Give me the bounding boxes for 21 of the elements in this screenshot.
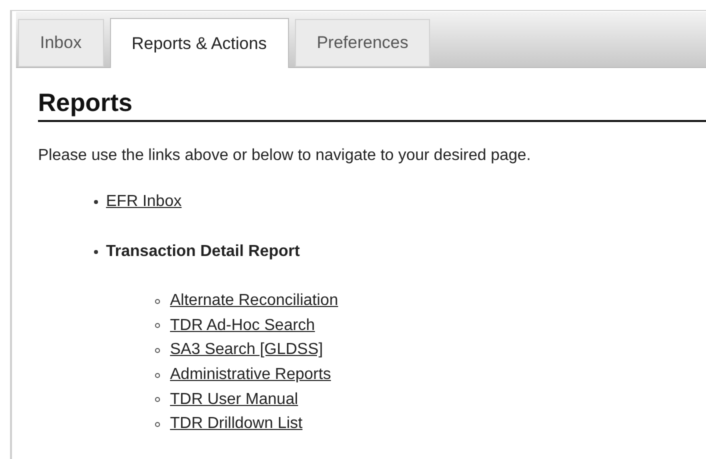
report-link[interactable]: Administrative Reports bbox=[170, 363, 331, 388]
page-heading: Reports bbox=[38, 88, 706, 122]
report-link[interactable]: TDR User Manual bbox=[170, 388, 298, 412]
bullet-icon bbox=[94, 200, 98, 204]
bullet-icon bbox=[155, 397, 160, 402]
tab[interactable]: Preferences bbox=[294, 19, 430, 67]
report-link[interactable]: TDR Drilldown List bbox=[170, 412, 302, 436]
intro-text: Please use the links above or below to navigate to your desired page. bbox=[38, 146, 532, 166]
efr-inbox-link[interactable]: EFR Inbox bbox=[106, 190, 182, 214]
report-link[interactable]: SA3 Search [GLDSS] bbox=[170, 338, 323, 362]
bullet-icon bbox=[155, 298, 160, 304]
tab[interactable]: Inbox bbox=[18, 19, 104, 67]
bullet-icon bbox=[155, 348, 160, 353]
report-link[interactable]: TDR Ad-Hoc Search bbox=[170, 314, 315, 338]
bullet-icon bbox=[155, 372, 160, 378]
bullet-icon bbox=[155, 323, 160, 328]
section-label: Transaction Detail Report bbox=[106, 242, 300, 262]
tab[interactable]: Reports & Actions bbox=[110, 18, 289, 68]
bullet-icon bbox=[155, 422, 160, 427]
report-link[interactable]: Alternate Reconciliation bbox=[170, 289, 338, 314]
bullet-icon bbox=[94, 250, 98, 254]
